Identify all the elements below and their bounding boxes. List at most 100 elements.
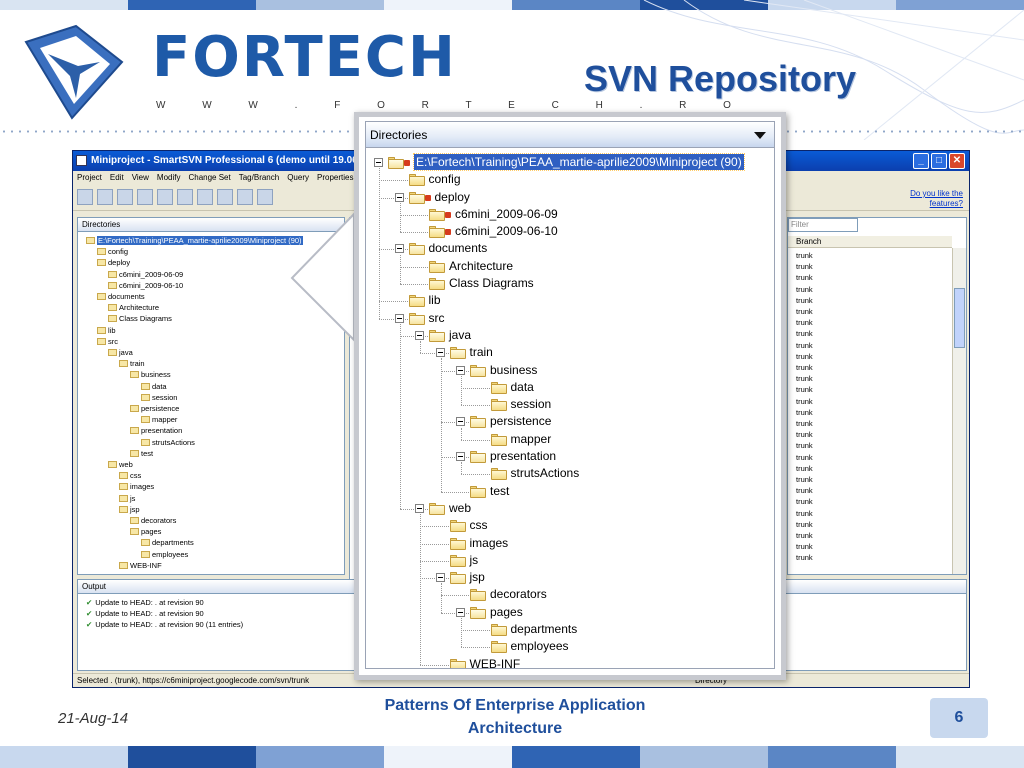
tree-node[interactable]: business	[366, 362, 774, 379]
toolbar-button[interactable]	[237, 189, 253, 205]
toolbar-button[interactable]	[77, 189, 93, 205]
tree-node[interactable]: config	[366, 171, 774, 188]
collapse-toggle-icon[interactable]	[374, 158, 383, 167]
tree-node[interactable]: test	[366, 483, 774, 500]
small-tree-node[interactable]: presentation	[80, 425, 342, 436]
small-tree-node[interactable]: images	[80, 481, 342, 492]
menu-item[interactable]: Query	[287, 171, 309, 185]
toolbar-button[interactable]	[217, 189, 233, 205]
branch-column-header[interactable]: Branch	[788, 236, 952, 248]
filter-input[interactable]: Filter	[788, 218, 858, 232]
collapse-toggle-icon[interactable]	[394, 313, 404, 323]
tree-node[interactable]: c6mini_2009-06-10	[366, 223, 774, 240]
small-tree-node[interactable]: mapper	[80, 414, 342, 425]
features-link[interactable]: Do you like the features?	[903, 189, 963, 209]
tree-node[interactable]: lib	[366, 292, 774, 309]
tree-node[interactable]: data	[366, 379, 774, 396]
menu-item[interactable]: Project	[77, 171, 102, 185]
collapse-toggle-icon[interactable]	[415, 330, 424, 340]
collapse-toggle-icon[interactable]	[456, 452, 465, 462]
small-tree-node[interactable]: Class Diagrams	[80, 313, 342, 324]
small-tree-node[interactable]: WEB-INF	[80, 560, 342, 571]
menu-item[interactable]: Modify	[157, 171, 181, 185]
tree-node[interactable]: images	[366, 535, 774, 552]
tree-node[interactable]: jsp	[366, 569, 774, 586]
small-tree-node[interactable]: session	[80, 392, 342, 403]
tree-node[interactable]: WEB-INF	[366, 656, 774, 668]
tree-node[interactable]: mapper	[366, 431, 774, 448]
menu-item[interactable]: View	[132, 171, 149, 185]
collapse-toggle-icon[interactable]	[435, 348, 445, 358]
small-tree-node[interactable]: persistence	[80, 403, 342, 414]
small-tree-node[interactable]: js	[80, 493, 342, 504]
tree-node[interactable]: session	[366, 396, 774, 413]
small-tree-node[interactable]: E:\Fortech\Training\PEAA_martie-aprilie2…	[80, 235, 342, 246]
small-tree-node[interactable]: decorators	[80, 515, 342, 526]
close-icon[interactable]: ✕	[949, 153, 965, 169]
small-tree-node[interactable]: strutsActions	[80, 437, 342, 448]
small-tree-node[interactable]: Architecture	[80, 302, 342, 313]
tree-node[interactable]: deploy	[366, 189, 774, 206]
menu-item[interactable]: Properties	[317, 171, 353, 185]
tree-node[interactable]: train	[366, 344, 774, 361]
toolbar-button[interactable]	[97, 189, 113, 205]
tree-node[interactable]: Class Diagrams	[366, 275, 774, 292]
tree-node[interactable]: web	[366, 500, 774, 517]
collapse-toggle-icon[interactable]	[435, 573, 445, 583]
tree-node[interactable]: departments	[366, 621, 774, 638]
zoomed-directories-header[interactable]: Directories	[366, 122, 774, 148]
small-tree-node[interactable]: lib	[80, 325, 342, 336]
collapse-toggle-icon[interactable]	[394, 244, 404, 254]
small-tree-node[interactable]: c6mini_2009-06-10	[80, 280, 342, 291]
tree-node[interactable]: src	[366, 310, 774, 327]
small-tree-node[interactable]: train	[80, 358, 342, 369]
vertical-scrollbar[interactable]	[952, 248, 966, 574]
minimize-icon[interactable]: _	[913, 153, 929, 169]
toolbar-button[interactable]	[177, 189, 193, 205]
small-tree-node[interactable]: deploy	[80, 257, 342, 268]
toolbar-button[interactable]	[117, 189, 133, 205]
collapse-toggle-icon[interactable]	[394, 192, 404, 202]
small-tree-node[interactable]: pages	[80, 526, 342, 537]
directories-pane-header[interactable]: Directories	[78, 218, 344, 232]
toolbar-button[interactable]	[137, 189, 153, 205]
collapse-toggle-icon[interactable]	[415, 503, 424, 513]
small-tree-node[interactable]: src	[80, 336, 342, 347]
tree-node[interactable]: css	[366, 517, 774, 534]
tree-node[interactable]: E:\Fortech\Training\PEAA_martie-aprilie2…	[366, 153, 774, 171]
menu-item[interactable]: Edit	[110, 171, 124, 185]
small-tree-node[interactable]: c6mini_2009-06-09	[80, 269, 342, 280]
maximize-icon[interactable]: □	[931, 153, 947, 169]
collapse-toggle-icon[interactable]	[456, 607, 465, 617]
tree-node[interactable]: persistence	[366, 413, 774, 430]
tree-node[interactable]: employees	[366, 638, 774, 655]
tree-node[interactable]: java	[366, 327, 774, 344]
tree-node[interactable]: js	[366, 552, 774, 569]
small-tree-node[interactable]: employees	[80, 549, 342, 560]
collapse-toggle-icon[interactable]	[456, 365, 465, 375]
tree-node[interactable]: Architecture	[366, 258, 774, 275]
toolbar-button[interactable]	[157, 189, 173, 205]
tree-node[interactable]: presentation	[366, 448, 774, 465]
tree-node[interactable]: pages	[366, 604, 774, 621]
small-tree-node[interactable]: jsp	[80, 504, 342, 515]
small-tree-node[interactable]: web	[80, 459, 342, 470]
menu-item[interactable]: Change Set	[188, 171, 230, 185]
tree-node[interactable]: c6mini_2009-06-09	[366, 206, 774, 223]
toolbar-button[interactable]	[257, 189, 273, 205]
small-tree-node[interactable]: test	[80, 448, 342, 459]
collapse-toggle-icon[interactable]	[456, 417, 465, 427]
chevron-down-icon[interactable]	[754, 132, 766, 139]
small-tree-node[interactable]: documents	[80, 291, 342, 302]
tree-node[interactable]: documents	[366, 240, 774, 257]
small-tree-node[interactable]: data	[80, 381, 342, 392]
small-tree-node[interactable]: business	[80, 369, 342, 380]
small-tree-node[interactable]: config	[80, 246, 342, 257]
small-tree-node[interactable]: css	[80, 470, 342, 481]
small-tree-node[interactable]: departments	[80, 537, 342, 548]
small-tree-node[interactable]: java	[80, 347, 342, 358]
tree-node[interactable]: strutsActions	[366, 465, 774, 482]
toolbar-button[interactable]	[197, 189, 213, 205]
scrollbar-thumb[interactable]	[954, 288, 965, 348]
menu-item[interactable]: Tag/Branch	[239, 171, 279, 185]
